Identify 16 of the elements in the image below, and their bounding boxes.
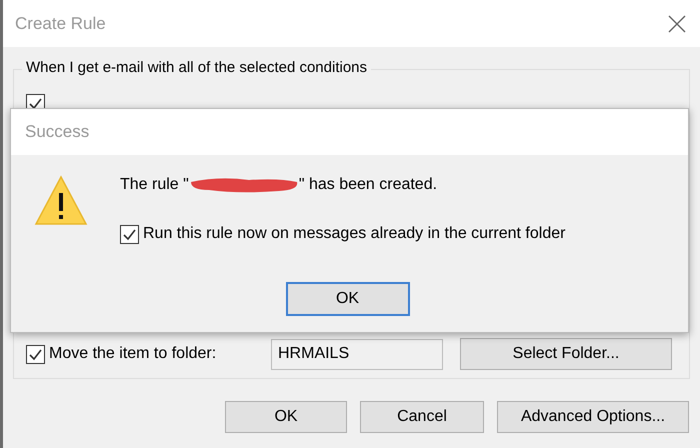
folder-field[interactable]: HRMAILS <box>271 338 443 370</box>
checkbox[interactable] <box>26 344 45 364</box>
select-folder-button[interactable]: Select Folder... <box>460 338 672 370</box>
ok-button[interactable]: OK <box>225 401 347 433</box>
advanced-options-button[interactable]: Advanced Options... <box>497 401 689 433</box>
dialog-ok-button[interactable]: OK <box>286 282 410 316</box>
window-title: Create Rule <box>15 12 106 35</box>
action-label: Move the item to folder: <box>49 344 218 364</box>
message-text: " has been created. <box>298 175 438 195</box>
checkbox[interactable] <box>120 224 139 244</box>
dialog-title: Success <box>25 121 90 144</box>
warning-icon <box>34 175 88 227</box>
message-text: The rule " <box>120 175 189 195</box>
cancel-button[interactable]: Cancel <box>360 401 484 433</box>
close-icon[interactable] <box>668 14 686 32</box>
run-now-label: Run this rule now on messages already in the current folder <box>143 224 566 244</box>
